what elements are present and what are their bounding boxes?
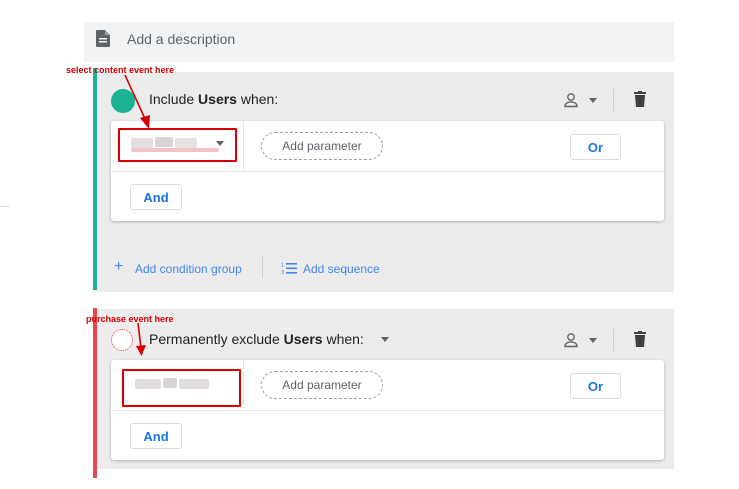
annotation-arrow-2: [134, 322, 154, 358]
exclude-header: Permanently exclude Users when:: [149, 331, 364, 347]
and-button-2[interactable]: And: [130, 423, 182, 449]
include-suffix: when:: [236, 91, 279, 107]
exclude-condition-card: Add parameter Or And: [111, 360, 664, 460]
user-scope-caret-icon-2[interactable]: [589, 338, 597, 343]
card-divider-horizontal-2: [111, 410, 664, 411]
exclude-status-dot: [111, 329, 133, 351]
card-divider-horizontal: [111, 171, 664, 172]
exclude-accent-bar: [93, 308, 97, 478]
user-scope-icon[interactable]: [563, 92, 579, 108]
annotation-arrow-1: [122, 73, 162, 133]
document-icon: [96, 30, 110, 47]
annotation-purchase: purchase event here: [86, 314, 174, 324]
card-divider-vertical-2: [243, 360, 244, 410]
exclude-subject: Users: [283, 331, 323, 347]
left-divider: [0, 206, 10, 207]
delete-group-icon[interactable]: [634, 91, 646, 107]
add-parameter-button-2[interactable]: Add parameter: [261, 371, 383, 399]
include-subject: Users: [198, 91, 237, 107]
add-sequence-link[interactable]: Add sequence: [303, 262, 380, 276]
or-button-2[interactable]: Or: [570, 373, 621, 399]
user-scope-caret-icon[interactable]: [589, 98, 597, 103]
add-row-separator: [262, 256, 263, 278]
sequence-icon[interactable]: 1 3: [281, 262, 297, 275]
include-condition-card: Add parameter Or And: [111, 121, 664, 221]
and-button[interactable]: And: [130, 184, 182, 210]
highlight-box-2: [122, 369, 241, 407]
card-divider-vertical: [243, 121, 244, 171]
or-button[interactable]: Or: [570, 134, 621, 160]
include-header: Include Users when:: [149, 91, 278, 107]
highlight-box: [118, 128, 237, 162]
add-condition-group-link[interactable]: Add condition group: [135, 262, 242, 276]
exclude-prefix: Permanently exclude: [149, 331, 284, 347]
header-separator-2: [613, 329, 614, 351]
user-scope-icon-2[interactable]: [563, 332, 579, 348]
header-separator: [613, 89, 614, 111]
description-input[interactable]: Add a description: [127, 31, 235, 47]
add-parameter-button[interactable]: Add parameter: [261, 132, 383, 160]
add-condition-group-icon[interactable]: +: [114, 259, 123, 275]
include-accent-bar: [93, 68, 97, 290]
svg-text:1: 1: [281, 263, 284, 269]
exclude-suffix: when:: [322, 331, 364, 347]
exclude-mode-caret-icon[interactable]: [381, 337, 389, 342]
delete-group-icon-2[interactable]: [634, 331, 646, 347]
svg-text:3: 3: [281, 270, 284, 275]
